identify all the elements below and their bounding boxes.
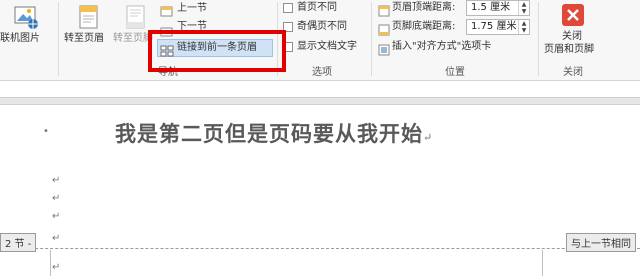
different-first-page-checkbox[interactable]: [283, 3, 293, 13]
document-heading[interactable]: 我是第二页但是页码要从我开始↵: [115, 118, 433, 148]
header-from-top-value: 1.5 厘米: [471, 2, 511, 13]
paragraph-mark: ↵: [52, 175, 61, 186]
group-separator: [538, 2, 539, 76]
spinner-arrows-icon[interactable]: ▲ ▼: [518, 1, 529, 15]
close-header-footer-icon[interactable]: [561, 3, 585, 31]
paragraph-mark: ↵: [423, 131, 434, 144]
goto-footer-label[interactable]: 转至页脚: [113, 33, 153, 45]
different-odd-even-label[interactable]: 奇偶页不同: [297, 21, 347, 33]
footer-bottom-icon: [378, 21, 390, 40]
header-from-top-label: 页眉顶端距离:: [392, 2, 456, 13]
spinner-arrows-icon[interactable]: ▲ ▼: [518, 20, 529, 34]
bullet-mark: •: [43, 126, 49, 137]
insert-align-tab-label[interactable]: 插入"对齐方式"选项卡: [392, 41, 491, 53]
group-separator: [58, 2, 59, 76]
goto-footer-icon[interactable]: [125, 4, 147, 34]
margin-guide: [50, 250, 51, 276]
highlight-box: [148, 30, 286, 72]
header-top-icon: [378, 2, 390, 21]
footer-from-bottom-input[interactable]: 1.75 厘米 ▲ ▼: [466, 19, 530, 35]
different-first-page-label[interactable]: 首页不同: [297, 2, 337, 14]
show-document-text-label[interactable]: 显示文档文字: [297, 41, 357, 53]
close-label-line2[interactable]: 页眉和页脚: [544, 44, 594, 56]
page-gap: [0, 97, 640, 105]
paragraph-mark: ↵: [52, 193, 61, 204]
goto-header-label[interactable]: 转至页眉: [64, 33, 104, 45]
heading-text: 我是第二页但是页码要从我开始: [115, 121, 423, 146]
paragraph-mark: ↵: [52, 233, 61, 244]
goto-header-icon[interactable]: [78, 4, 100, 34]
footer-boundary-line: [0, 248, 640, 249]
previous-section-icon[interactable]: [160, 3, 174, 22]
margin-guide: [542, 250, 543, 276]
document-area: [0, 81, 640, 280]
close-label-line1[interactable]: 关闭: [562, 31, 582, 43]
header-from-top-input[interactable]: 1.5 厘米 ▲ ▼: [466, 0, 530, 16]
paragraph-mark: ↵: [52, 262, 61, 273]
same-as-previous-tag: 与上一节相同: [566, 233, 636, 252]
footer-from-bottom-label: 页脚底端距离:: [392, 21, 456, 32]
paragraph-mark: ↵: [52, 211, 61, 222]
online-picture-icon[interactable]: [13, 4, 39, 34]
position-group-label: 位置: [445, 67, 465, 78]
footer-section-tag: 2 节 -: [0, 233, 37, 252]
online-picture-label[interactable]: 联机图片: [0, 33, 40, 45]
footer-from-bottom-value: 1.75 厘米: [471, 21, 517, 32]
options-group-label: 选项: [312, 67, 332, 78]
close-group-label: 关闭: [563, 67, 583, 78]
previous-section-label[interactable]: 上一节: [177, 3, 207, 15]
group-separator: [371, 2, 372, 76]
insert-align-tab-icon: [378, 41, 390, 60]
ribbon: 联机图片 转至页眉 转至页脚 上一节 下一节 链接到前一条页眉 导航 首页不同 …: [0, 0, 640, 80]
